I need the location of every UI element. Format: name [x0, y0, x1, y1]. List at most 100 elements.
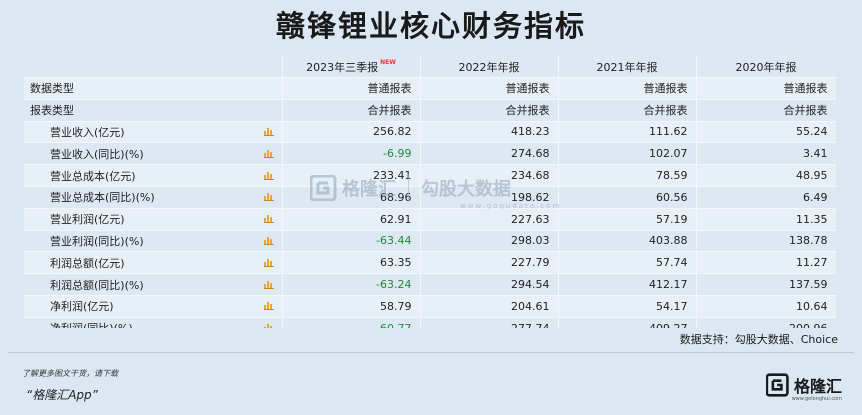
table-row: 营业总成本(同比)(%) 68.96 198.62 60.56 6.49 [24, 186, 836, 209]
table-cell: 55.24 [696, 121, 836, 144]
table-cell: 294.54 [420, 273, 559, 296]
table-cell: 111.62 [558, 121, 697, 144]
metric-label-cell: 营业收入(同比)(%) [24, 142, 283, 166]
table-cell: 102.07 [558, 142, 697, 166]
table-row: 营业总成本(亿元) 233.41 234.68 78.59 48.95 [24, 164, 836, 187]
new-badge: NEW [380, 58, 396, 66]
table-cell: -60.77 [282, 317, 421, 328]
bar-chart-icon[interactable] [263, 149, 274, 158]
table-cell: 274.68 [420, 142, 559, 166]
brand-url: www.gelonghui.com [791, 396, 842, 402]
brand-logo: 格隆汇 www.gelonghui.com [765, 368, 842, 402]
table-cell: 6.49 [696, 186, 836, 209]
table-cell: 62.91 [282, 208, 421, 231]
metric-label: 净利润(亿元) [50, 300, 114, 314]
table-cell: 11.35 [696, 208, 836, 231]
page-title: 赣锋锂业核心财务指标 [275, 9, 586, 43]
bar-chart-icon[interactable] [263, 280, 274, 289]
table-cell: -63.44 [282, 230, 421, 253]
table-cell: 57.19 [558, 208, 697, 231]
table-cell: 204.61 [420, 295, 559, 318]
table-cell: -63.24 [282, 273, 421, 296]
bar-chart-icon[interactable] [263, 192, 274, 202]
table-cell: 234.68 [420, 164, 559, 187]
table-row: 利润总额(亿元) 63.35 227.79 57.74 11.27 [24, 251, 836, 275]
table-cell: 54.17 [558, 295, 697, 318]
table-cell: 3.41 [696, 142, 836, 166]
divider [8, 352, 854, 353]
bar-chart-icon[interactable] [263, 127, 274, 136]
metric-label: 营业收入(亿元) [50, 125, 125, 139]
metric-label-cell: 营业总成本(同比)(%) [24, 186, 283, 209]
table-header-row: 2023年三季报 NEW 2022年年报 2021年年报 2020年年报 [24, 56, 836, 78]
table-cell: 合并报表 [420, 99, 559, 122]
table-cell: 合并报表 [696, 99, 836, 122]
table-cell: 普通报表 [696, 77, 836, 100]
bar-chart-icon[interactable] [263, 236, 274, 245]
table-cell: 10.64 [696, 295, 836, 318]
table-cell: 合并报表 [558, 99, 697, 122]
table-cell: 138.78 [696, 230, 836, 253]
table-cell: 298.03 [420, 230, 559, 253]
table-cell: 11.27 [696, 251, 836, 275]
metric-label: 净利润(同比)(%) [50, 322, 133, 328]
metric-label: 营业利润(同比)(%) [50, 234, 144, 248]
metric-label-cell: 营业总成本(亿元) [24, 164, 283, 187]
table-cell: 277.74 [420, 317, 559, 328]
table-cell: 60.56 [558, 186, 697, 209]
table-row: 利润总额(同比)(%) -63.24 294.54 412.17 137.59 [24, 273, 836, 296]
column-header: 2022年年报 [420, 56, 559, 78]
row-label: 报表类型 [24, 99, 283, 122]
metric-label-cell: 净利润(亿元) [24, 295, 283, 318]
table-cell: 48.95 [696, 164, 836, 187]
metric-label-cell: 利润总额(亿元) [24, 251, 283, 275]
table-cell: 普通报表 [558, 77, 697, 100]
bar-chart-icon[interactable] [263, 323, 274, 328]
bar-chart-icon[interactable] [263, 214, 274, 224]
financial-table: 2023年三季报 NEW 2022年年报 2021年年报 2020年年报 数据类型 普通报表… [24, 56, 836, 328]
table-cell: 403.88 [558, 230, 697, 253]
column-header: 2023年三季报 NEW [282, 56, 421, 78]
metric-label-cell: 净利润(同比)(%) [24, 317, 283, 328]
table-cell: 普通报表 [420, 77, 559, 100]
table-cell: 233.41 [282, 164, 421, 187]
table-row: 营业收入(亿元) 256.82 418.23 111.62 55.24 [24, 121, 836, 144]
metric-label: 利润总额(同比)(%) [50, 278, 144, 292]
table-cell: 227.79 [420, 251, 559, 275]
table-cell: -6.99 [282, 142, 421, 166]
table-row: 营业利润(同比)(%) -63.44 298.03 403.88 138.78 [24, 230, 836, 253]
promo-app-name: “格隆汇App” [26, 388, 98, 402]
table-cell: 68.96 [282, 186, 421, 209]
promo-text: 了解更多图文干货，请下载 [22, 369, 118, 378]
metric-label: 营业总成本(亿元) [50, 169, 136, 183]
metric-label: 利润总额(亿元) [50, 256, 125, 270]
brand-logo-icon [765, 373, 789, 397]
metric-label: 营业收入(同比)(%) [50, 147, 144, 161]
table-row: 净利润(同比)(%) -60.77277.74409.27200.96 [24, 317, 836, 328]
table-cell: 256.82 [282, 121, 421, 144]
brand-name: 格隆汇 [793, 377, 842, 396]
table-row: 营业收入(同比)(%) -6.99 274.68 102.07 3.41 [24, 142, 836, 166]
table-cell: 58.79 [282, 295, 421, 318]
table-cell: 418.23 [420, 121, 559, 144]
metric-label: 营业总成本(同比)(%) [50, 191, 155, 205]
bar-chart-icon[interactable] [263, 258, 274, 267]
row-label: 数据类型 [24, 77, 283, 100]
bar-chart-icon[interactable] [263, 171, 274, 180]
metric-label-cell: 营业利润(亿元) [24, 208, 283, 231]
table-cell: 合并报表 [282, 99, 421, 122]
metric-label-cell: 营业利润(同比)(%) [24, 230, 283, 253]
data-source: 数据支持：勾股大数据、Choice [679, 333, 838, 346]
column-header: 2021年年报 [558, 56, 697, 78]
table-cell: 198.62 [420, 186, 559, 209]
table-cell: 412.17 [558, 273, 697, 296]
table-cell: 227.63 [420, 208, 559, 231]
metric-label: 营业利润(亿元) [50, 213, 125, 227]
table-row: 数据类型 普通报表 普通报表 普通报表 普通报表 [24, 77, 836, 100]
table-cell: 78.59 [558, 164, 697, 187]
table-cell: 普通报表 [282, 77, 421, 100]
table-cell: 137.59 [696, 273, 836, 296]
bar-chart-icon[interactable] [263, 301, 274, 311]
column-header: 2020年年报 [696, 56, 836, 78]
table-cell: 200.96 [696, 317, 836, 328]
